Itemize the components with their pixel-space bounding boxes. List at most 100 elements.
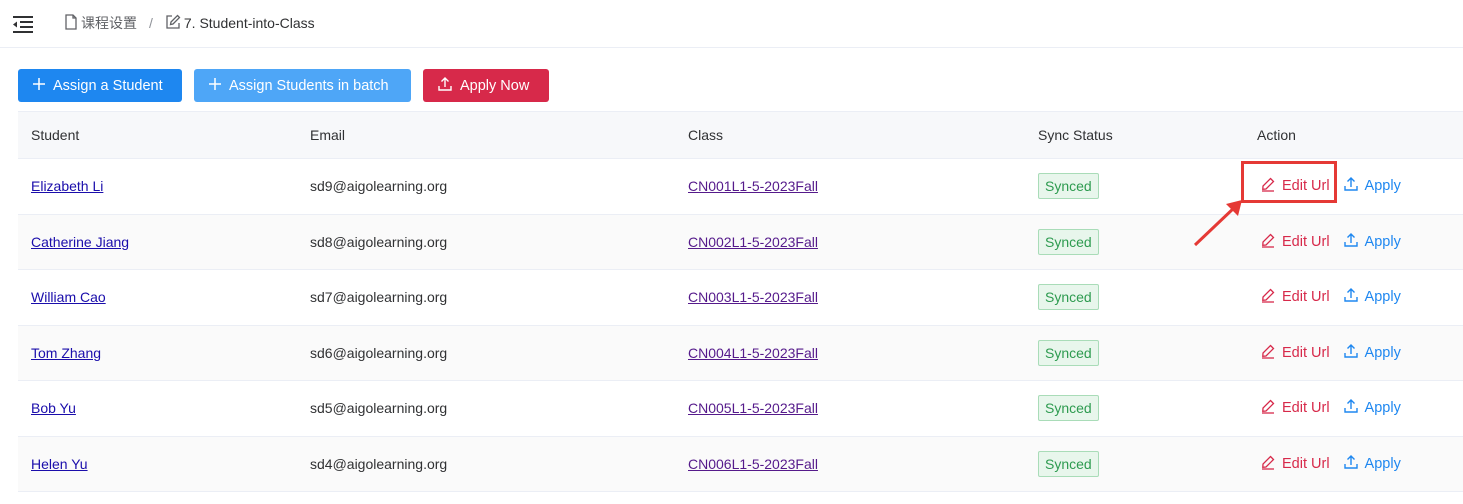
student-name-link[interactable]: Helen Yu: [31, 456, 88, 472]
table-header: Student Email Class Sync Status Action: [18, 111, 1463, 159]
row-actions: Edit Url Apply: [1244, 454, 1463, 474]
edit-icon: [1260, 343, 1282, 363]
assign-student-label: Assign a Student: [53, 77, 163, 94]
assign-student-button[interactable]: Assign a Student: [18, 69, 182, 102]
plus-icon: [32, 77, 53, 95]
row-actions: Edit Url Apply: [1244, 176, 1463, 196]
edit-url-button[interactable]: Edit Url: [1260, 398, 1330, 418]
column-header-sync-status: Sync Status: [1038, 127, 1113, 143]
edit-url-button[interactable]: Edit Url: [1260, 343, 1330, 363]
table-row: Tom Zhang sd6@aigolearning.org CN004L1-5…: [18, 325, 1463, 381]
table-body: Elizabeth Li sd9@aigolearning.org CN001L…: [18, 159, 1463, 492]
breadcrumb-separator: /: [149, 15, 153, 31]
breadcrumb: 课程设置 / 7. Student-into-Class: [64, 13, 315, 33]
student-email: sd4@aigolearning.org: [310, 455, 448, 472]
edit-icon: [1260, 176, 1282, 196]
sync-status-badge: Synced: [1038, 395, 1099, 422]
student-class-table: Student Email Class Sync Status Action E…: [18, 111, 1463, 492]
upload-icon: [1343, 287, 1365, 307]
breadcrumb-label: 7. Student-into-Class: [183, 15, 315, 31]
upload-icon: [1343, 343, 1365, 363]
table-row: William Cao sd7@aigolearning.org CN003L1…: [18, 270, 1463, 326]
edit-icon: [1260, 398, 1282, 418]
class-link[interactable]: CN003L1-5-2023Fall: [688, 289, 818, 305]
row-actions: Edit Url Apply: [1244, 232, 1463, 252]
apply-button[interactable]: Apply: [1343, 287, 1401, 307]
apply-label: Apply: [1364, 233, 1401, 250]
student-email: sd7@aigolearning.org: [310, 289, 448, 306]
student-email: sd9@aigolearning.org: [310, 178, 448, 195]
sync-status-badge: Synced: [1038, 284, 1099, 311]
toolbar: Assign a Student Assign Students in batc…: [18, 69, 561, 102]
class-link[interactable]: CN002L1-5-2023Fall: [688, 234, 818, 250]
student-email: sd8@aigolearning.org: [310, 233, 448, 250]
apply-now-label: Apply Now: [460, 77, 530, 94]
edit-url-label: Edit Url: [1282, 400, 1330, 417]
breadcrumb-item-current: 7. Student-into-Class: [165, 14, 315, 33]
edit-icon: [1260, 232, 1282, 252]
student-name-link[interactable]: Bob Yu: [31, 400, 76, 416]
apply-now-button[interactable]: Apply Now: [423, 69, 549, 102]
edit-icon: [1260, 287, 1282, 307]
apply-label: Apply: [1364, 344, 1401, 361]
student-name-link[interactable]: Catherine Jiang: [31, 234, 129, 250]
breadcrumb-item-course-settings[interactable]: 课程设置: [64, 13, 137, 33]
class-link[interactable]: CN001L1-5-2023Fall: [688, 178, 818, 194]
apply-label: Apply: [1364, 400, 1401, 417]
edit-icon: [1260, 454, 1282, 474]
edit-url-label: Edit Url: [1282, 455, 1330, 472]
edit-url-button[interactable]: Edit Url: [1260, 176, 1330, 196]
student-email: sd5@aigolearning.org: [310, 400, 448, 417]
table-row: Helen Yu sd4@aigolearning.org CN006L1-5-…: [18, 436, 1463, 492]
edit-url-button[interactable]: Edit Url: [1260, 287, 1330, 307]
student-name-link[interactable]: William Cao: [31, 289, 106, 305]
edit-url-label: Edit Url: [1282, 233, 1330, 250]
upload-icon: [1343, 398, 1365, 418]
file-icon: [64, 13, 81, 33]
student-email: sd6@aigolearning.org: [310, 344, 448, 361]
row-actions: Edit Url Apply: [1244, 287, 1463, 307]
apply-label: Apply: [1364, 178, 1401, 195]
edit-url-button[interactable]: Edit Url: [1260, 232, 1330, 252]
student-name-link[interactable]: Elizabeth Li: [31, 178, 103, 194]
upload-icon: [1343, 454, 1365, 474]
apply-label: Apply: [1364, 455, 1401, 472]
apply-label: Apply: [1364, 289, 1401, 306]
edit-url-label: Edit Url: [1282, 344, 1330, 361]
assign-batch-label: Assign Students in batch: [229, 77, 389, 94]
apply-button[interactable]: Apply: [1343, 454, 1401, 474]
edit-url-button[interactable]: Edit Url: [1260, 454, 1330, 474]
class-link[interactable]: CN006L1-5-2023Fall: [688, 456, 818, 472]
edit-icon: [165, 14, 184, 33]
column-header-class: Class: [688, 127, 724, 143]
sync-status-badge: Synced: [1038, 339, 1099, 366]
sync-status-badge: Synced: [1038, 450, 1099, 477]
class-link[interactable]: CN005L1-5-2023Fall: [688, 400, 818, 416]
plus-icon: [208, 77, 229, 95]
row-actions: Edit Url Apply: [1244, 343, 1463, 363]
table-row: Elizabeth Li sd9@aigolearning.org CN001L…: [18, 159, 1463, 215]
upload-icon: [1343, 176, 1365, 196]
apply-button[interactable]: Apply: [1343, 176, 1401, 196]
apply-button[interactable]: Apply: [1343, 398, 1401, 418]
row-actions: Edit Url Apply: [1244, 398, 1463, 418]
column-header-student: Student: [31, 127, 80, 143]
menu-fold-icon[interactable]: [11, 13, 35, 35]
table-row: Catherine Jiang sd8@aigolearning.org CN0…: [18, 214, 1463, 270]
upload-icon: [437, 76, 460, 96]
upload-icon: [1343, 232, 1365, 252]
sync-status-badge: Synced: [1038, 173, 1099, 200]
column-header-action: Action: [1257, 127, 1296, 143]
apply-button[interactable]: Apply: [1343, 343, 1401, 363]
class-link[interactable]: CN004L1-5-2023Fall: [688, 345, 818, 361]
breadcrumb-label: 课程设置: [81, 15, 137, 31]
sync-status-badge: Synced: [1038, 228, 1099, 255]
column-header-email: Email: [310, 127, 346, 143]
apply-button[interactable]: Apply: [1343, 232, 1401, 252]
table-row: Bob Yu sd5@aigolearning.org CN005L1-5-20…: [18, 381, 1463, 437]
top-bar: 课程设置 / 7. Student-into-Class: [0, 0, 1463, 48]
assign-batch-button[interactable]: Assign Students in batch: [194, 69, 411, 102]
edit-url-label: Edit Url: [1282, 289, 1330, 306]
student-name-link[interactable]: Tom Zhang: [31, 345, 101, 361]
edit-url-label: Edit Url: [1282, 178, 1330, 195]
